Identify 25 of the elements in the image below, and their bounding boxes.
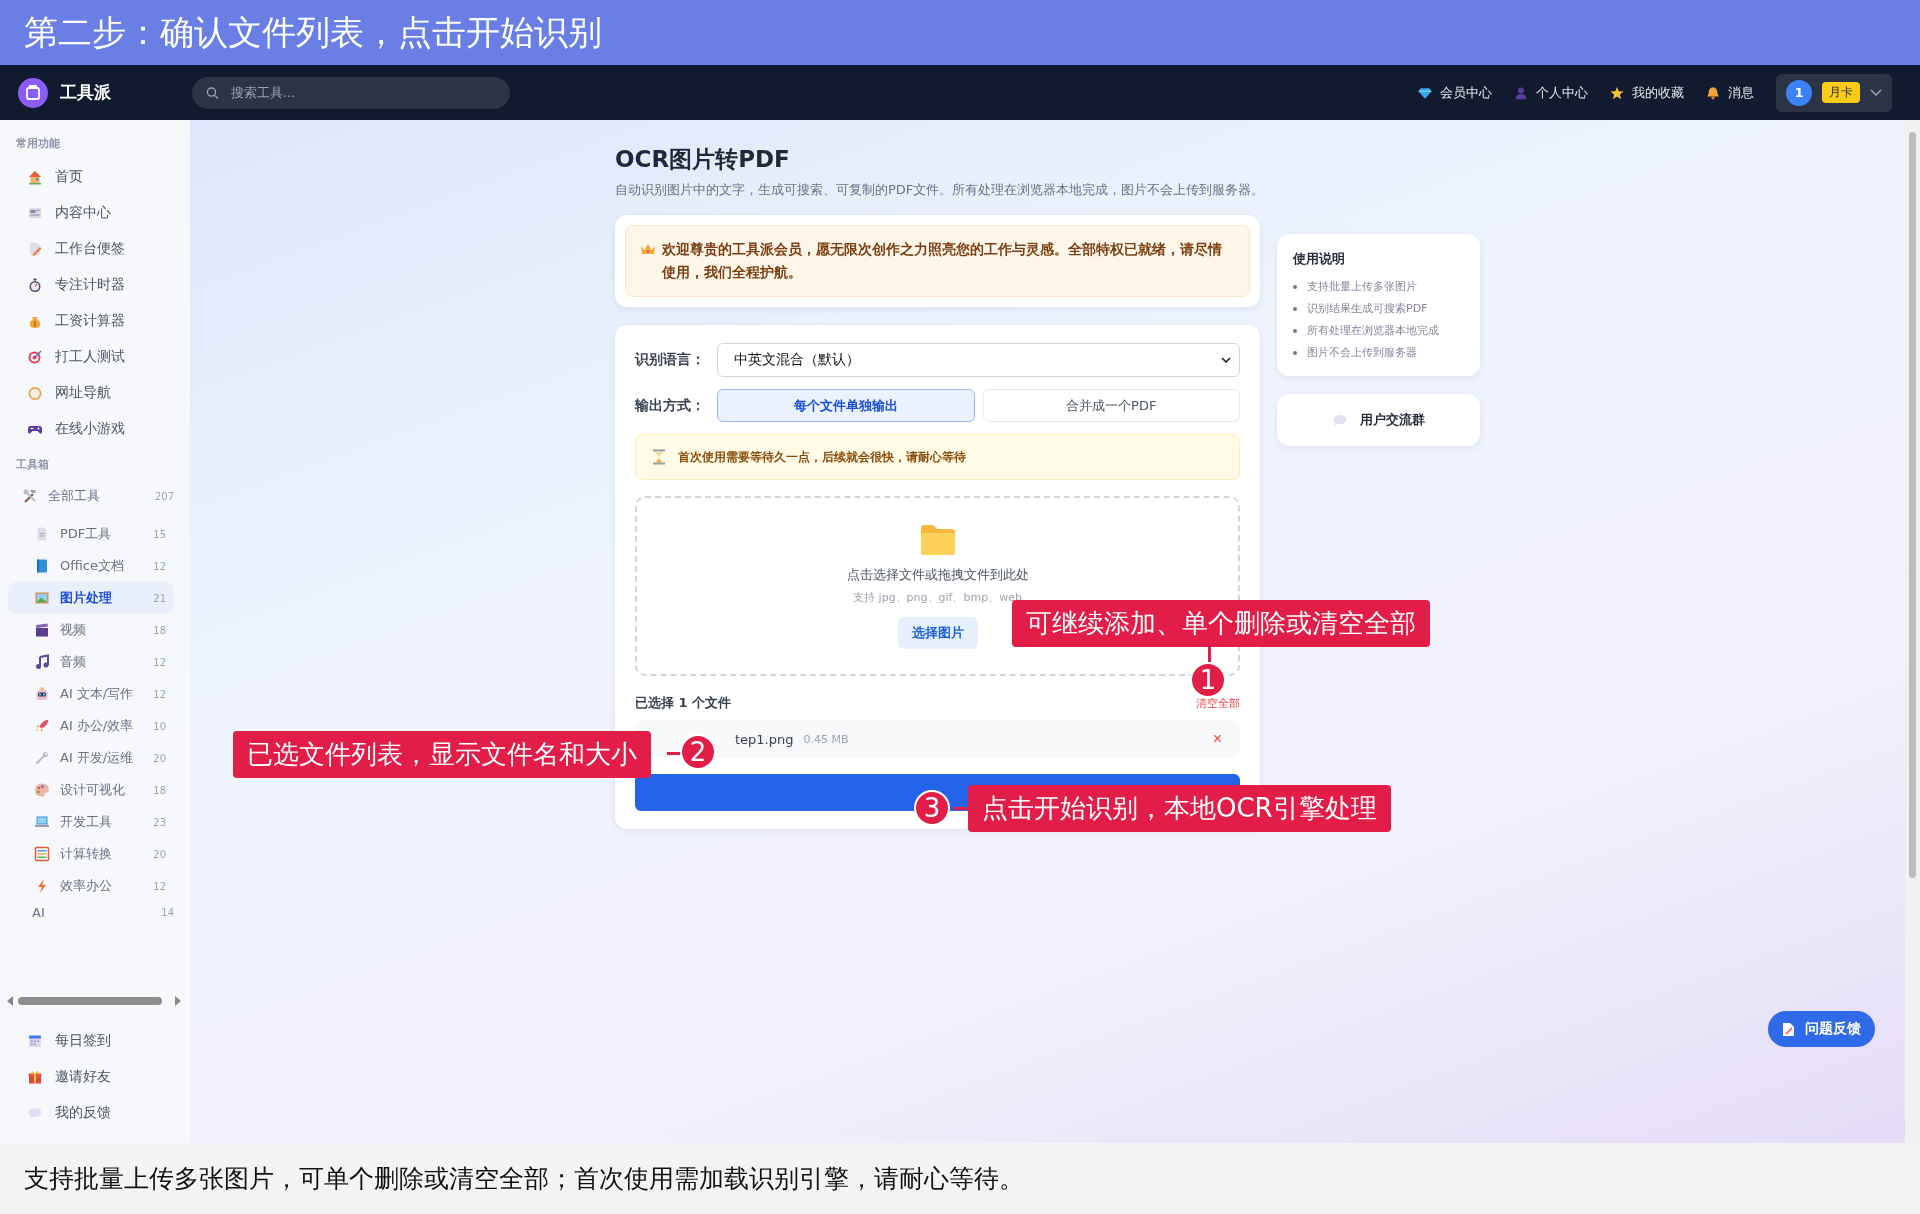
help-item: 识别结果生成可搜索PDF xyxy=(1307,301,1428,317)
logo-text: 工具派 xyxy=(60,81,111,104)
file-size: 0.45 MB xyxy=(803,732,849,746)
welcome-text: 欢迎尊贵的工具派会员，愿无限次创作之力照亮您的工作与灵感。全部特权已就绪，请尽情使用，我们全程护航。 xyxy=(662,240,1223,282)
help-item: 所有处理在浏览器本地完成 xyxy=(1307,323,1439,339)
help-title: 使用说明 xyxy=(1293,250,1346,268)
avatar: 1 xyxy=(1786,79,1812,106)
file-name: tep1.png xyxy=(735,731,794,747)
help-item: 支持批量上传多张图片 xyxy=(1307,279,1417,295)
banner-title: 第二步：确认文件列表，点击开始识别 xyxy=(24,10,602,54)
page-description: 自动识别图片中的文字，生成可搜索、可复制的PDF文件。所有处理在浏览器本地完成，图片不会上传到服务器。 xyxy=(615,181,1260,199)
field-label: 输出方式： xyxy=(635,396,706,415)
membership-badge: 月卡 xyxy=(1822,82,1860,103)
field-label: 识别语言： xyxy=(635,351,706,369)
dropzone-text: 点击选择文件或拖拽文件到此处 xyxy=(846,565,1029,584)
section-title: 常用功能 xyxy=(15,136,61,152)
caption-text: 支持批量上传多张图片，可单个删除或清空全部；首次使用需加载识别引擎，请耐心等待。 xyxy=(24,1163,1024,1195)
step-callout-tooltip: 点击开始识别，本地OCR引擎处理 xyxy=(968,785,1391,832)
notice-text: 首次使用需要等待久一点，后续就会很快，请耐心等待 xyxy=(678,449,966,465)
page-title: OCR图片转PDF xyxy=(615,145,791,174)
step-callout-tooltip: 已选文件列表，显示文件名和大小 xyxy=(233,731,651,778)
step-callout-tooltip: 可继续添加、单个删除或清空全部 xyxy=(1012,600,1430,647)
help-item: 图片不会上传到服务器 xyxy=(1307,345,1417,361)
section-title: 工具箱 xyxy=(15,457,50,473)
files-heading: 已选择 1 个文件 xyxy=(635,694,732,712)
